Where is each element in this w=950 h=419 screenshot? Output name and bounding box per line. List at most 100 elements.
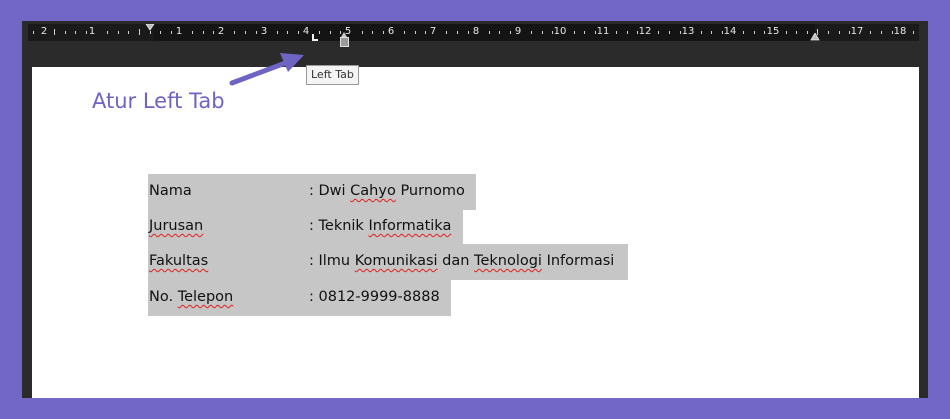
ruler-number: 18 (893, 26, 907, 37)
ruler-tick (298, 31, 299, 34)
ruler-number: 1 (88, 26, 96, 37)
spellcheck-word: Komunikasi (354, 253, 438, 269)
ruler-tick (128, 31, 130, 34)
ruler-tick (54, 29, 56, 35)
ruler-number: 2 (217, 26, 225, 37)
ruler-tick (764, 31, 766, 34)
ruler-tick (170, 31, 172, 34)
ruler-tick (616, 31, 617, 34)
ruler-tick (414, 31, 416, 34)
ruler-tick (255, 31, 257, 34)
ruler-number: 11 (596, 26, 610, 37)
ruler-tick (594, 31, 596, 34)
ruler-tick (700, 31, 702, 34)
ruler-tick (329, 31, 331, 34)
spellcheck-word: Fakultas (149, 253, 209, 269)
ruler-number: 5 (344, 26, 352, 37)
ruler-tick (160, 31, 162, 34)
ruler-tick (372, 31, 374, 34)
ruler-tick (753, 31, 755, 34)
field-label: Nama (149, 183, 192, 199)
ruler-tick (510, 31, 511, 34)
ruler-tick (669, 31, 670, 34)
ruler-tick (626, 31, 628, 34)
spellcheck-word: Telepon (177, 289, 234, 305)
ruler-tick (425, 31, 427, 34)
horizontal-ruler[interactable]: 2 1 1 2 3 4 5 6 7 8 9 10 11 12 13 14 15 17 18 (28, 24, 919, 47)
left-tab-stop-icon[interactable] (312, 34, 318, 41)
ruler-tick (86, 31, 87, 34)
left-tab-tooltip: Left Tab (306, 65, 359, 85)
ruler-tick (202, 31, 204, 34)
ruler-tick (245, 31, 246, 34)
ruler-tick (276, 31, 278, 34)
ruler-tick (499, 31, 501, 34)
ruler-tick (319, 31, 321, 34)
ruler-tick (213, 31, 215, 34)
spellcheck-word: Informatika (368, 218, 452, 234)
ruler-tick (457, 31, 458, 34)
ruler-tick (75, 31, 77, 34)
ruler-tick (149, 31, 151, 34)
ruler-tick (870, 31, 872, 34)
ruler-tick (881, 31, 882, 34)
ruler-number: 2 (40, 26, 48, 37)
ruler-number: 3 (260, 26, 268, 37)
ruler-tick (838, 31, 840, 34)
ruler-tick (796, 31, 798, 34)
ruler-tick (912, 31, 914, 34)
field-label: Fakultas (149, 253, 208, 269)
first-line-indent-marker[interactable] (145, 24, 155, 31)
ruler-number: 10 (553, 26, 567, 37)
ruler-tick (287, 31, 289, 34)
ruler-tick (107, 31, 109, 34)
ruler-number: 6 (387, 26, 395, 37)
ruler-number: 15 (766, 26, 780, 37)
ruler-text-area (154, 24, 815, 41)
ruler-tick (785, 31, 787, 34)
ruler-tick (139, 29, 140, 35)
form-row[interactable]: Jurusan : Teknik Informatika (148, 209, 463, 245)
ruler-number: 8 (472, 26, 480, 37)
ruler-number: 13 (681, 26, 695, 37)
field-value: : Ilmu Komunikasi dan Teknologi Informas… (309, 253, 615, 269)
ruler-tick (891, 31, 893, 34)
ruler-tick (488, 31, 490, 34)
ruler-tick (658, 31, 660, 34)
annotation-label: Atur Left Tab (92, 89, 225, 113)
ruler-tick (541, 31, 543, 34)
ruler-tick (552, 31, 554, 34)
field-label: Jurusan (149, 218, 203, 234)
ruler-tick (828, 31, 829, 34)
spellcheck-word: Cahyo (350, 183, 396, 199)
ruler-tick (382, 31, 384, 34)
ruler-tick (806, 31, 808, 34)
ruler-tick (817, 29, 819, 35)
ruler-tick (234, 31, 236, 34)
field-value: : Teknik Informatika (309, 218, 452, 234)
field-value: : Dwi Cahyo Purnomo (309, 183, 465, 199)
right-indent-marker[interactable] (810, 33, 820, 41)
ruler-tick (743, 31, 745, 34)
ruler-tick (722, 31, 723, 34)
ruler-tick (192, 31, 193, 34)
ruler-tick (531, 31, 533, 34)
ruler-number: 14 (723, 26, 737, 37)
ruler-tick (117, 31, 119, 34)
field-value: : 0812-9999-8888 (309, 289, 440, 305)
ruler-tick (711, 31, 713, 34)
ruler-number: 12 (638, 26, 652, 37)
ruler-number: 1 (175, 26, 183, 37)
field-label: No. Telepon (149, 289, 234, 305)
ruler-number: 17 (850, 26, 864, 37)
ruler-tick (361, 31, 363, 34)
spellcheck-word: Teknologi (474, 253, 542, 269)
ruler-tick (573, 31, 575, 34)
form-row[interactable]: No. Telepon : 0812-9999-8888 (148, 280, 451, 316)
ruler-number: 4 (302, 26, 310, 37)
form-row[interactable]: Fakultas : Ilmu Komunikasi dan Teknologi … (148, 244, 628, 280)
spellcheck-word: Jurusan (149, 218, 204, 234)
form-row[interactable]: Nama : Dwi Cahyo Purnomo (148, 174, 476, 210)
ruler-tick (33, 31, 34, 34)
ruler-number: 9 (514, 26, 522, 37)
